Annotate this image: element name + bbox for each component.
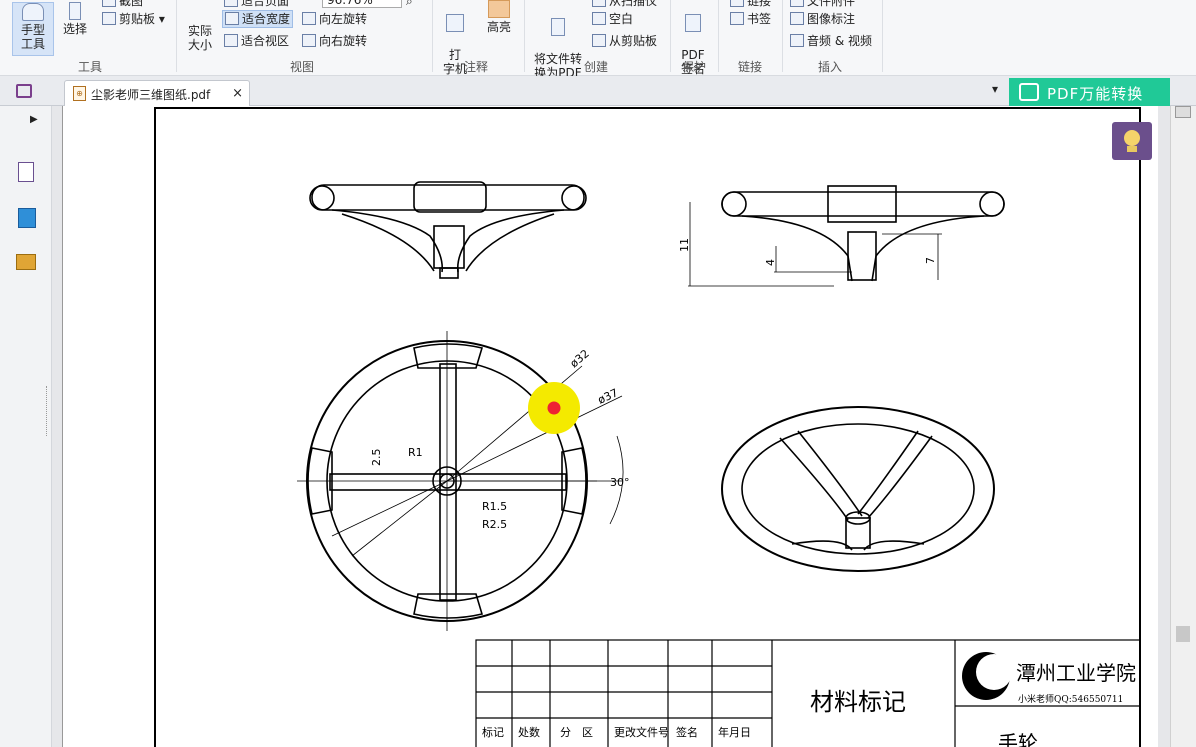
tab-list-dropdown[interactable]: ▾	[992, 82, 998, 96]
dim-h4: 4	[764, 259, 777, 266]
fit-visible-button[interactable]: 适合视区	[224, 34, 289, 48]
fit-visible-icon	[224, 34, 238, 47]
dim-d37: ø37	[596, 386, 620, 407]
image-icon	[790, 12, 804, 25]
convert-icon	[1019, 83, 1039, 101]
blank-page-button[interactable]: 空白	[592, 12, 633, 26]
scrollbar-thumb[interactable]	[1176, 626, 1190, 642]
select-button[interactable]: 选择	[60, 2, 90, 36]
rotate-right-icon	[302, 34, 316, 47]
from-clipboard-button[interactable]: 从剪贴板	[592, 34, 657, 48]
hand-tool-button[interactable]: 手型 工具	[12, 2, 54, 56]
image-annotation-button[interactable]: 图像标注	[790, 12, 855, 26]
convert-to-pdf-button[interactable]: 将文件转 换为PDF	[530, 4, 586, 80]
group-insert-label: 插入	[818, 60, 843, 74]
title-block-header: 标记	[482, 725, 504, 739]
school-name: 潭州工业学院	[1016, 661, 1136, 685]
fit-width-button[interactable]: 适合宽度	[222, 10, 294, 28]
bookmark-icon	[730, 12, 744, 25]
isometric-view	[721, 406, 995, 572]
zoom-search-icon[interactable]: ⌕	[406, 0, 413, 8]
dim-angle: 30°	[610, 476, 630, 489]
group-protect-label: 保护	[682, 60, 707, 74]
front-view	[309, 181, 587, 279]
typewriter-icon	[446, 14, 464, 32]
rotate-left-icon	[302, 12, 316, 25]
group-tools-label: 工具	[78, 60, 103, 74]
hand-tool-label: 手型 工具	[20, 23, 45, 51]
teacher-qq: 小米老师QQ:546550711	[1018, 693, 1123, 705]
pdf-convert-button[interactable]: PDF万能转换	[1009, 78, 1170, 106]
from-scanner-button[interactable]: 从扫描仪	[592, 0, 657, 8]
hand-icon	[22, 3, 44, 21]
title-block-header: 年月日	[718, 725, 751, 739]
top-view	[297, 331, 624, 631]
vertical-scrollbar[interactable]	[1170, 106, 1196, 747]
cursor-icon	[69, 2, 81, 20]
highlight-button[interactable]: 高亮	[482, 0, 516, 34]
tab-close-button[interactable]: ×	[232, 86, 243, 101]
file-attachment-button[interactable]: 文件附件	[790, 0, 855, 8]
dim-r1: R1	[408, 446, 423, 459]
select-label: 选择	[62, 22, 87, 36]
film-icon	[790, 34, 804, 47]
fit-page-button[interactable]: 适合页面	[224, 0, 289, 8]
zoom-input[interactable]: 96.76%	[322, 0, 402, 8]
clipboard-icon	[102, 12, 116, 25]
group-annotate-label: 注释	[464, 60, 489, 74]
link-icon	[730, 0, 744, 7]
fit-width-icon	[225, 12, 239, 25]
group-links-label: 链接	[738, 60, 763, 74]
camera-icon	[102, 0, 116, 7]
pages-icon[interactable]	[18, 162, 34, 182]
blank-page-icon	[592, 12, 606, 25]
pdf-file-icon: ⊕	[73, 86, 86, 101]
title-block-header: 更改文件号	[614, 725, 669, 739]
title-block-header: 签名	[676, 725, 698, 739]
group-create-label: 创建	[584, 60, 609, 74]
app-logo-icon	[16, 84, 32, 98]
expand-panel-icon[interactable]: ▶	[30, 114, 38, 125]
technical-drawing: ø32 ø37 30° R1 R1.5 R2.5 2.5 11 4 7 材料标记…	[154, 107, 1141, 747]
pen-sign-icon	[685, 14, 701, 32]
comments-icon[interactable]	[16, 254, 36, 270]
highlight-icon	[488, 0, 510, 18]
tab-title: 尘影老师三维图纸.pdf	[91, 88, 211, 102]
rotate-right-button[interactable]: 向右旋转	[302, 34, 367, 48]
navigation-panel: ▶	[0, 106, 52, 747]
screenshot-button[interactable]: 截图	[102, 0, 143, 8]
ribbon-toolbar: 手型 工具 选择 截图 剪贴板 ▾ 工具 实际 大小 适合页面 适合宽度 适合视…	[0, 0, 1196, 80]
part-name: 手轮	[998, 731, 1038, 747]
title-block-header: 处数	[518, 726, 540, 739]
dim-r25: R2.5	[482, 518, 507, 531]
bookmark-button[interactable]: 书签	[730, 12, 771, 26]
clipboard-button[interactable]: 剪贴板 ▾	[102, 12, 165, 26]
file-convert-icon	[551, 18, 565, 36]
paste-icon	[592, 34, 606, 47]
document-tab[interactable]: ⊕ 尘影老师三维图纸.pdf ×	[64, 80, 250, 106]
section-view	[688, 185, 1005, 287]
scanner-icon	[592, 0, 606, 7]
attachment-icon	[790, 0, 804, 7]
dim-d32: ø32	[568, 347, 592, 370]
link-button[interactable]: 链接	[730, 0, 771, 8]
group-view-label: 视图	[290, 60, 315, 74]
dim-h11: 11	[678, 238, 691, 252]
scroll-up-button[interactable]	[1175, 106, 1191, 118]
title-block-header: 分 区	[560, 726, 593, 739]
lightbulb-icon[interactable]	[1112, 122, 1152, 160]
rotate-left-button[interactable]: 向左旋转	[302, 12, 367, 26]
dim-r15: R1.5	[482, 500, 507, 513]
material-mark: 材料标记	[810, 688, 906, 716]
fit-page-icon	[224, 0, 238, 7]
panel-resize-handle[interactable]	[46, 386, 49, 436]
audio-video-button[interactable]: 音频 & 视频	[790, 34, 872, 48]
dim-h7: 7	[924, 257, 937, 264]
layers-icon[interactable]	[18, 208, 36, 228]
actual-size-button[interactable]: 实际 大小	[184, 10, 216, 52]
dim-w25: 2.5	[370, 449, 383, 467]
